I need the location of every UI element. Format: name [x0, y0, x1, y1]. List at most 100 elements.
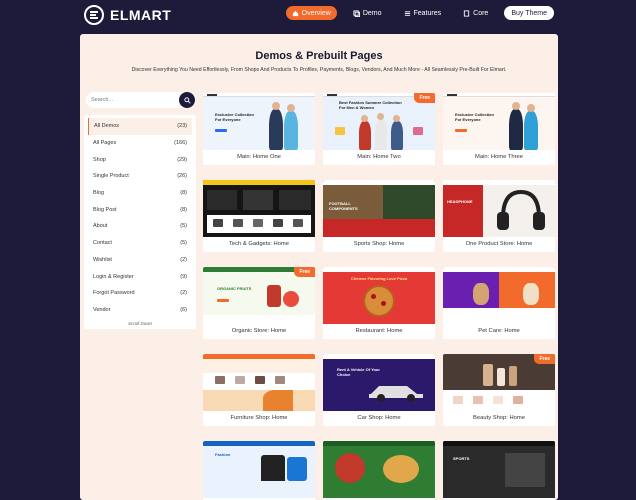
brand-logo[interactable]: ELMART: [84, 5, 171, 25]
nav-core-label: Core: [473, 9, 489, 17]
thumb-product: [509, 366, 517, 386]
demo-card-sports-shop[interactable]: FOOTBALL COMPONENTS Sports Shop: Home: [323, 180, 435, 252]
thumb-product: [453, 396, 463, 404]
filter-label: All Demos: [94, 123, 120, 130]
demo-card-main-home-one[interactable]: Exclusive Collection For Everyone Main: …: [203, 93, 315, 165]
demo-card-pet-care[interactable]: Pet Care: Home: [443, 267, 555, 339]
thumb-category-strip: [203, 315, 315, 324]
filter-label: Login & Register: [93, 273, 134, 280]
thumb-food: [335, 453, 365, 483]
demo-thumbnail: Best Fashion Summer Collection For Men &…: [323, 93, 435, 150]
free-badge: Free: [534, 354, 555, 364]
thumb-header: [323, 267, 435, 272]
demo-card-label: Main: Home Three: [475, 154, 523, 160]
dog-image: [473, 283, 489, 305]
thumb-product: [213, 219, 223, 227]
thumb-product: [255, 376, 265, 384]
thumb-headline: Fashion: [215, 452, 231, 457]
demo-thumbnail: FOOTBALL COMPONENTS: [323, 180, 435, 237]
thumb-topping: [371, 294, 376, 299]
search-button[interactable]: [179, 92, 195, 108]
filter-label: Single Product: [93, 173, 129, 180]
demo-card-car-shop[interactable]: Rent A Vehicle Of Your Choice Car Shop: …: [323, 354, 435, 426]
demo-thumbnail: [443, 267, 555, 324]
thumb-product: [493, 396, 503, 404]
main-nav: Overview Demo Features Core Buy Theme: [285, 6, 554, 20]
demo-card-label: Main: Home Two: [357, 154, 401, 160]
filter-all-demos[interactable]: All Demos (23): [88, 118, 192, 135]
thumb-promo: [203, 390, 315, 411]
thumb-logo: [447, 94, 457, 96]
free-badge: Free: [414, 93, 435, 103]
thumb-model-head: [393, 115, 400, 122]
thumb-model: [269, 109, 283, 150]
thumb-model: [284, 111, 298, 150]
thumb-headline: Exclusive Collection For Everyone: [455, 112, 494, 122]
filter-label: Contact: [93, 240, 112, 247]
filter-single-product[interactable]: Single Product (26): [88, 168, 192, 185]
filter-forgot-password[interactable]: Forgot Password (2): [88, 285, 192, 302]
tshirt-image: [261, 455, 285, 481]
category-filter-list: All Demos (23) All Pages (166) Shop (29) Si…: [84, 115, 196, 329]
document-icon: [463, 9, 470, 17]
demo-card-tech-gadgets[interactable]: Tech & Gadgets: Home: [203, 180, 315, 252]
demo-card-main-home-two[interactable]: Best Fashion Summer Collection For Men &…: [323, 93, 435, 165]
thumb-product: [267, 285, 281, 307]
thumb-model: [391, 121, 403, 150]
demo-card-restaurant[interactable]: Chinese Flavoring Love Pizza Restaurant:…: [323, 267, 435, 339]
filter-vendor[interactable]: Vendor (6): [88, 302, 192, 319]
demo-thumbnail: Free: [443, 354, 555, 411]
filter-label: Wishlist: [93, 256, 112, 263]
demo-card-label: Organic Store: Home: [231, 328, 287, 334]
thumb-promo-strip: [323, 219, 435, 237]
thumb-headline: SPORTS: [453, 456, 470, 461]
demo-card-label: Main: Home One: [237, 154, 281, 160]
demo-card-one-product-store[interactable]: HEADPHONE One Product Store: Home: [443, 180, 555, 252]
nav-overview-button[interactable]: Overview: [285, 6, 337, 20]
filter-count: (166): [174, 140, 187, 147]
demo-card-label: Beauty Shop: Home: [473, 415, 525, 421]
thumb-product: [283, 291, 299, 307]
filter-label: Shop: [93, 156, 106, 163]
demo-thumbnail: [203, 180, 315, 237]
nav-demo-button[interactable]: Demo: [347, 6, 388, 20]
nav-core-button[interactable]: Core: [457, 6, 494, 20]
filter-shop[interactable]: Shop (29): [88, 151, 192, 168]
filter-label: Vendor: [93, 306, 111, 313]
filter-all-pages[interactable]: All Pages (166): [88, 135, 192, 152]
filter-count: (9): [180, 273, 187, 280]
nav-features-button[interactable]: Features: [398, 6, 448, 20]
demo-card-beauty-shop[interactable]: Free Beauty Shop: Home: [443, 354, 555, 426]
thumb-logo: [207, 94, 217, 96]
filter-label: Forgot Password: [93, 290, 135, 297]
filter-blog[interactable]: Blog (8): [88, 185, 192, 202]
thumb-food: [383, 455, 419, 483]
filter-about[interactable]: About (5): [88, 218, 192, 235]
filter-blog-post[interactable]: Blog Post (8): [88, 201, 192, 218]
filter-count: (5): [180, 240, 187, 247]
thumb-product: [287, 457, 307, 481]
thumb-product: [497, 368, 505, 386]
thumb-hero-left: [443, 272, 499, 308]
demo-card-organic-store[interactable]: ORGANIC FRUITS Free Organic Store: Home: [203, 267, 315, 339]
buy-theme-button[interactable]: Buy Theme: [504, 6, 554, 20]
filter-count: (8): [180, 206, 187, 213]
demo-card-food[interactable]: [323, 441, 435, 500]
thumb-logo: [327, 94, 337, 96]
thumb-header: [203, 93, 315, 97]
demo-card-dark-shop[interactable]: SPORTS: [443, 441, 555, 500]
filter-login-register[interactable]: Login & Register (9): [88, 268, 192, 285]
demo-card-main-home-three[interactable]: Exclusive Collection For Everyone Main: …: [443, 93, 555, 165]
cat-image: [523, 283, 539, 305]
thumb-product: [513, 396, 523, 404]
filter-label: About: [93, 223, 108, 230]
thumb-header: [443, 93, 555, 97]
filter-count: (2): [180, 256, 187, 263]
thumb-model: [524, 111, 538, 150]
demo-card-furniture-shop[interactable]: Furniture Shop: Home: [203, 354, 315, 426]
demo-card-fashion[interactable]: Fashion: [203, 441, 315, 500]
nav-demo-label: Demo: [362, 9, 382, 17]
filter-contact[interactable]: Contact (5): [88, 235, 192, 252]
filter-count: (23): [177, 123, 187, 130]
filter-wishlist[interactable]: Wishlist (2): [88, 252, 192, 269]
